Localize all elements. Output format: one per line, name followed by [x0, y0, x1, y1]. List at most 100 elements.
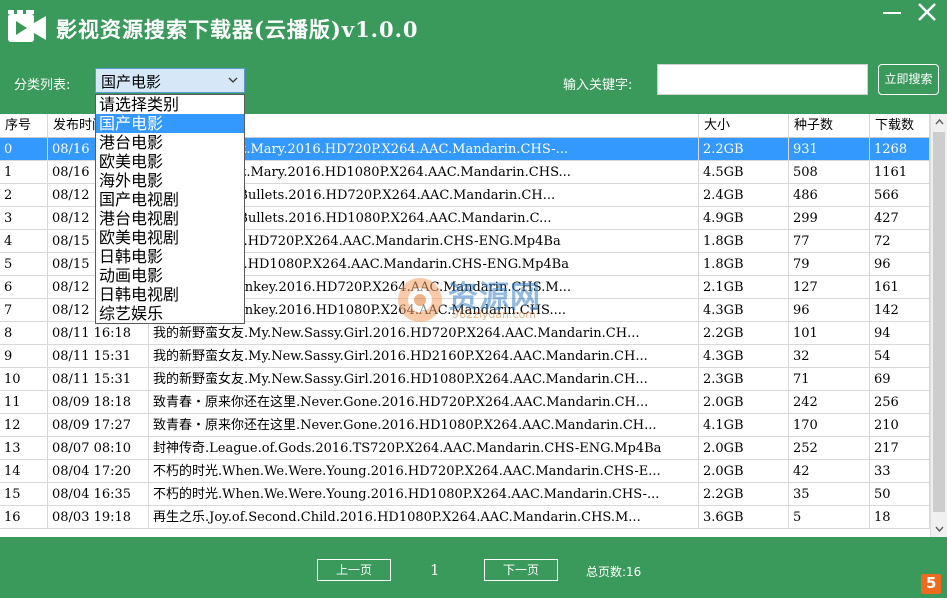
dropdown-option[interactable]: 日韩电视剧 [96, 285, 244, 304]
category-select-value: 国产电影 [101, 73, 162, 91]
cell-time: 08/03 19:18 [48, 506, 149, 529]
cell-size: 4.1GB [699, 414, 789, 437]
dropdown-option[interactable]: 港台电影 [96, 133, 244, 152]
cell-time: 08/09 17:27 [48, 414, 149, 437]
cell-size: 4.5GB [699, 161, 789, 184]
table-row[interactable]: 11 08/09 18:18 致青春・原来你还在这里.Never.Gone.2016… [0, 391, 930, 414]
app-window: 影视资源搜索下载器(云播版)v1.0.0 分类列表: 国产电影 输入关键字: 立… [0, 0, 947, 598]
cell-downloads: 210 [870, 414, 930, 437]
watermark: 资源网 962ziyuan.com [388, 268, 588, 338]
category-select[interactable]: 国产电影 [95, 68, 245, 93]
cell-index: 5 [0, 253, 48, 276]
corner-logo: 5 [921, 574, 941, 594]
cell-index: 10 [0, 368, 48, 391]
cell-seeds: 77 [789, 230, 870, 253]
close-icon[interactable] [914, 0, 942, 24]
cell-name: 我的新野蛮女友.My.New.Sassy.Girl.2016.HD1080P.X… [149, 368, 699, 391]
vertical-scrollbar[interactable] [930, 114, 947, 537]
cell-size: 3.6GB [699, 506, 789, 529]
cell-seeds: 42 [789, 460, 870, 483]
dropdown-option[interactable]: 综艺娱乐 [96, 304, 244, 323]
cell-seeds: 79 [789, 253, 870, 276]
next-page-button[interactable]: 下一页 [484, 559, 558, 581]
column-header-size[interactable]: 大小 [699, 114, 789, 137]
cell-downloads: 1161 [870, 161, 930, 184]
cell-seeds: 299 [789, 207, 870, 230]
cell-downloads: 50 [870, 483, 930, 506]
cell-seeds: 5 [789, 506, 870, 529]
cell-size: 2.2GB [699, 138, 789, 161]
dropdown-option[interactable]: 国产电视剧 [96, 190, 244, 209]
cell-seeds: 101 [789, 322, 870, 345]
cell-downloads: 54 [870, 345, 930, 368]
dropdown-option[interactable]: 请选择类别 [96, 95, 244, 114]
cell-index: 9 [0, 345, 48, 368]
watermark-url: 962ziyuan.com [452, 308, 537, 321]
table-row[interactable]: 9 08/11 15:31 我的新野蛮女友.My.New.Sassy.Girl.20… [0, 345, 930, 368]
dropdown-option[interactable]: 欧美电影 [96, 152, 244, 171]
cell-time: 08/04 16:35 [48, 483, 149, 506]
cell-downloads: 161 [870, 276, 930, 299]
cell-index: 2 [0, 184, 48, 207]
dropdown-option[interactable]: 海外电影 [96, 171, 244, 190]
window-title: 影视资源搜索下载器(云播版)v1.0.0 [56, 17, 419, 42]
pagination-bar: 上一页 1 下一页 总页数:16 [0, 537, 947, 598]
total-pages: 总页数:16 [586, 565, 642, 579]
cell-seeds: 35 [789, 483, 870, 506]
cell-size: 2.1GB [699, 276, 789, 299]
table-row[interactable]: 14 08/04 17:20 不朽的时光.When.We.Were.Young.20… [0, 460, 930, 483]
column-header-index[interactable]: 序号 [0, 114, 48, 137]
cell-downloads: 566 [870, 184, 930, 207]
cell-downloads: 18 [870, 506, 930, 529]
dropdown-option[interactable]: 欧美电视剧 [96, 228, 244, 247]
video-camera-icon [8, 10, 46, 42]
title-bar: 影视资源搜索下载器(云播版)v1.0.0 [0, 0, 947, 58]
cell-downloads: 96 [870, 253, 930, 276]
column-header-downloads[interactable]: 下载数 [870, 114, 930, 137]
cell-size: 2.0GB [699, 391, 789, 414]
cell-seeds: 71 [789, 368, 870, 391]
cell-index: 14 [0, 460, 48, 483]
cell-seeds: 931 [789, 138, 870, 161]
search-button[interactable]: 立即搜索 [878, 64, 939, 95]
prev-page-button[interactable]: 上一页 [317, 559, 391, 581]
cell-downloads: 427 [870, 207, 930, 230]
cell-index: 4 [0, 230, 48, 253]
cell-downloads: 1268 [870, 138, 930, 161]
scroll-down-icon[interactable] [931, 520, 947, 537]
cell-downloads: 142 [870, 299, 930, 322]
cell-size: 4.3GB [699, 299, 789, 322]
cell-seeds: 252 [789, 437, 870, 460]
keyword-input[interactable] [657, 64, 868, 95]
table-row[interactable]: 16 08/03 19:18 再生之乐.Joy.of.Second.Child.20… [0, 506, 930, 529]
table-row[interactable]: 15 08/04 16:35 不朽的时光.When.We.Were.Young.20… [0, 483, 930, 506]
scroll-up-icon[interactable] [931, 114, 947, 131]
table-row[interactable]: 13 08/07 08:10 封神传奇.League.of.Gods.2016.TS… [0, 437, 930, 460]
cell-name: 再生之乐.Joy.of.Second.Child.2016.HD1080P.X2… [149, 506, 699, 529]
table-row[interactable]: 10 08/11 15:31 我的新野蛮女友.My.New.Sassy.Girl.2… [0, 368, 930, 391]
cell-seeds: 486 [789, 184, 870, 207]
minimize-icon[interactable] [879, 0, 907, 24]
cell-index: 11 [0, 391, 48, 414]
dropdown-option[interactable]: 动画电影 [96, 266, 244, 285]
cell-size: 2.2GB [699, 483, 789, 506]
cell-seeds: 127 [789, 276, 870, 299]
cell-size: 2.0GB [699, 437, 789, 460]
cell-size: 2.3GB [699, 368, 789, 391]
scrollbar-thumb[interactable] [933, 132, 945, 512]
table-row[interactable]: 12 08/09 17:27 致青春・原来你还在这里.Never.Gone.2016… [0, 414, 930, 437]
cell-name: 不朽的时光.When.We.Were.Young.2016.HD720P.X26… [149, 460, 699, 483]
cell-size: 1.8GB [699, 230, 789, 253]
column-header-seeds[interactable]: 种子数 [789, 114, 870, 137]
cell-seeds: 242 [789, 391, 870, 414]
cell-seeds: 96 [789, 299, 870, 322]
cell-seeds: 508 [789, 161, 870, 184]
dropdown-option[interactable]: 国产电影 [96, 114, 244, 133]
cell-downloads: 256 [870, 391, 930, 414]
cell-size: 4.9GB [699, 207, 789, 230]
dropdown-option[interactable]: 港台电视剧 [96, 209, 244, 228]
cell-index: 7 [0, 299, 48, 322]
cell-index: 15 [0, 483, 48, 506]
cell-size: 4.3GB [699, 345, 789, 368]
dropdown-option[interactable]: 日韩电影 [96, 247, 244, 266]
